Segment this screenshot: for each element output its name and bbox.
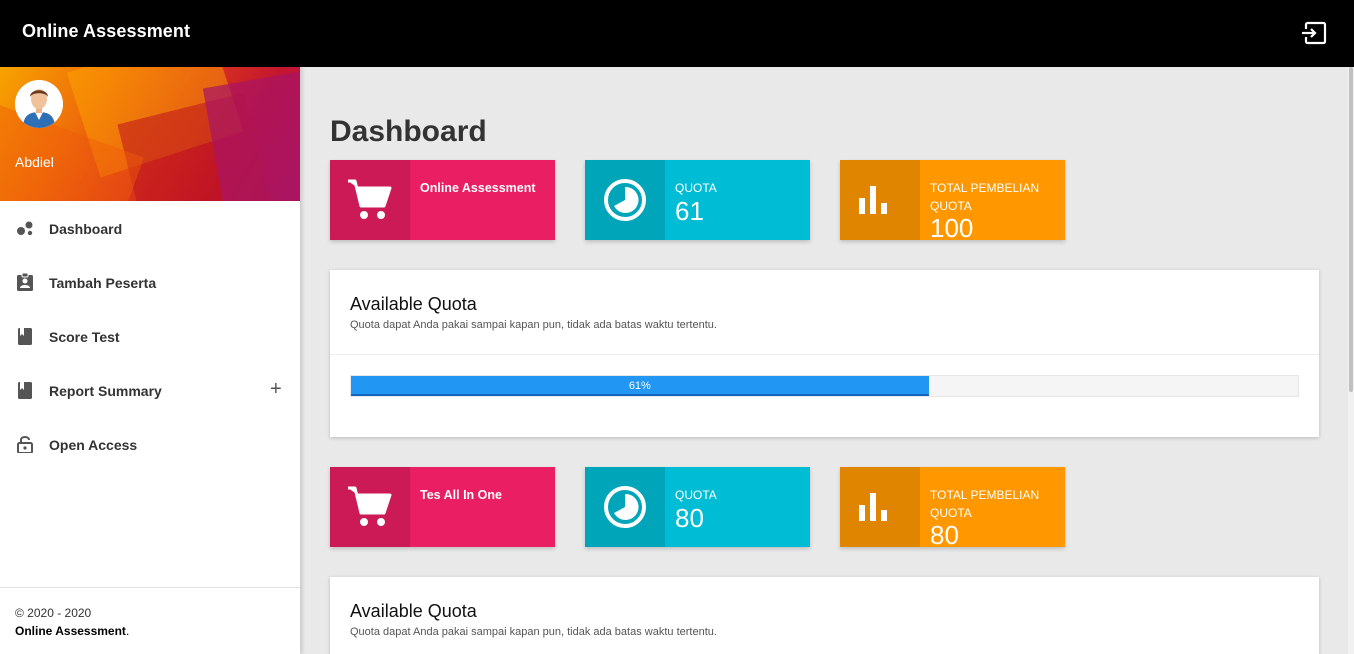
info-box-icon-area <box>585 467 665 547</box>
sidebar-item-label: Report Summary <box>49 383 162 399</box>
available-quota-card: Available Quota Quota dapat Anda pakai s… <box>330 270 1319 437</box>
info-box-icon-area <box>840 467 920 547</box>
bar-chart-icon <box>859 493 887 521</box>
info-box-total: TOTAL PEMBELIAN QUOTA 80 <box>840 467 1065 550</box>
book-icon <box>18 328 32 345</box>
page-title: Dashboard <box>330 115 487 148</box>
footer-dot: . <box>125 624 130 638</box>
copyright-text: © 2020 - 2020 <box>15 606 92 620</box>
sidebar-item-score-test[interactable]: Score Test <box>0 309 300 363</box>
progress-fill: 61% <box>351 376 929 396</box>
sidebar-item-label: Open Access <box>49 437 138 453</box>
sidebar-item-label: Score Test <box>49 329 120 345</box>
total-label: TOTAL PEMBELIAN QUOTA <box>930 181 1040 213</box>
logout-icon[interactable] <box>1300 20 1328 46</box>
bar-chart-icon <box>859 186 887 214</box>
top-bar: Online Assessment <box>0 0 1354 67</box>
scrollbar-thumb[interactable] <box>1349 67 1353 392</box>
total-label: TOTAL PEMBELIAN QUOTA <box>930 488 1040 520</box>
info-box-icon-area <box>330 160 410 240</box>
quota-label: QUOTA <box>675 181 717 195</box>
sidebar-item-dashboard[interactable]: Dashboard <box>0 201 300 255</box>
quota-progress-bar: 61% <box>350 375 1299 397</box>
app-title[interactable]: Online Assessment <box>22 21 190 42</box>
user-banner: Abdiel <box>0 67 300 201</box>
bubbles-icon <box>17 221 33 236</box>
total-value: 100 <box>930 213 974 243</box>
pie-chart-icon <box>604 179 646 221</box>
quota-label: QUOTA <box>675 488 717 502</box>
info-box-total: TOTAL PEMBELIAN QUOTA 100 <box>840 160 1065 243</box>
card-subtitle: Quota dapat Anda pakai sampai kapan pun,… <box>350 319 717 331</box>
card-header: Available Quota Quota dapat Anda pakai s… <box>330 270 1319 355</box>
info-box-quota: QUOTA 61 <box>585 160 810 240</box>
quota-value: 80 <box>675 503 704 533</box>
product-name: Tes All In One <box>420 488 502 502</box>
info-box-icon-area <box>330 467 410 547</box>
footer-brand-name: Online Assessment <box>15 624 126 638</box>
expand-plus-icon[interactable]: + <box>270 378 282 401</box>
info-box-product: Online Assessment <box>330 160 555 240</box>
sidebar-menu: Dashboard Tambah Peserta Score Test Repo… <box>0 201 300 471</box>
assignment-ind-icon <box>17 273 33 291</box>
card-title: Available Quota <box>350 294 477 314</box>
pie-chart-icon <box>604 486 646 528</box>
page-scrollbar[interactable] <box>1348 67 1354 654</box>
user-name: Abdiel <box>15 154 54 170</box>
sidebar-item-label: Dashboard <box>49 221 123 237</box>
lock-open-icon <box>17 436 33 453</box>
shopping-cart-icon <box>348 486 392 526</box>
info-box-product: Tes All In One <box>330 467 555 547</box>
sidebar-item-open-access[interactable]: Open Access <box>0 417 300 471</box>
sidebar-item-tambah-peserta[interactable]: Tambah Peserta <box>0 255 300 309</box>
sidebar-item-label: Tambah Peserta <box>49 275 157 291</box>
product-name: Online Assessment <box>420 181 536 195</box>
footer-brand: Online Assessment. <box>15 622 285 640</box>
card-title: Available Quota <box>350 601 477 621</box>
sidebar: Abdiel Dashboard Tambah Peserta Score Te… <box>0 67 300 654</box>
card-header: Available Quota Quota dapat Anda pakai s… <box>330 577 1319 654</box>
info-box-quota: QUOTA 80 <box>585 467 810 547</box>
card-subtitle: Quota dapat Anda pakai sampai kapan pun,… <box>350 626 717 638</box>
book-icon <box>18 382 32 399</box>
info-box-icon-area <box>840 160 920 240</box>
total-value: 80 <box>930 520 959 550</box>
sidebar-footer: © 2020 - 2020 Online Assessment. <box>0 587 300 654</box>
quota-value: 61 <box>675 196 704 226</box>
info-box-icon-area <box>585 160 665 240</box>
user-avatar-icon <box>15 80 63 128</box>
avatar <box>15 80 63 128</box>
sidebar-item-report-summary[interactable]: Report Summary + <box>0 363 300 417</box>
shopping-cart-icon <box>348 179 392 219</box>
available-quota-card: Available Quota Quota dapat Anda pakai s… <box>330 577 1319 654</box>
